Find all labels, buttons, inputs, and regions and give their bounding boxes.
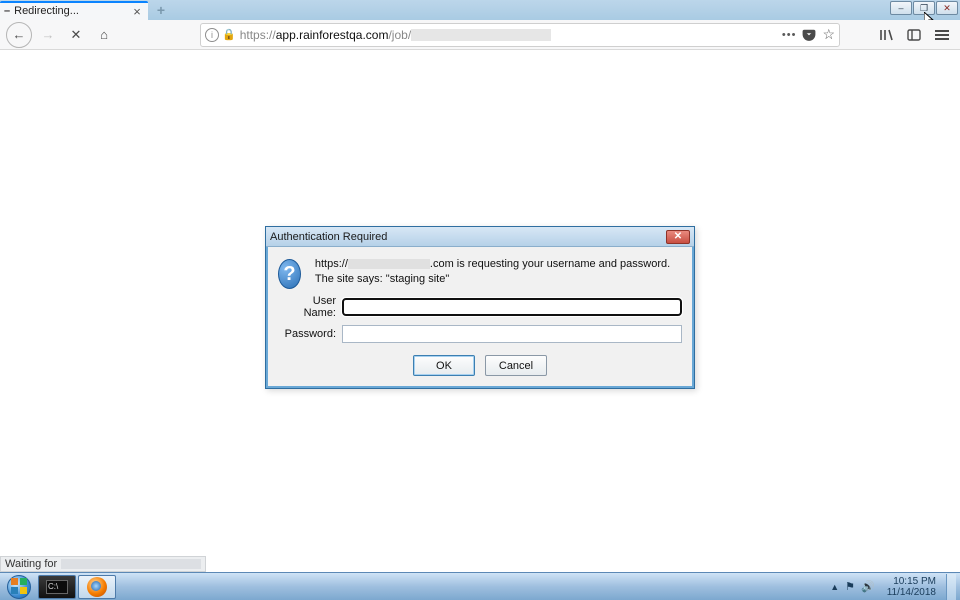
taskbar-firefox[interactable] xyxy=(78,575,116,599)
dialog-msg-pre: https:// xyxy=(315,258,348,270)
action-center-icon[interactable]: ⚑ xyxy=(845,580,855,593)
lock-icon: 🔒 xyxy=(222,28,236,41)
new-tab-button[interactable]: + xyxy=(152,1,170,19)
tab-close-icon[interactable]: × xyxy=(130,5,144,18)
window-controls: – ❐ ✕ xyxy=(889,1,958,17)
dialog-close-button[interactable]: ✕ xyxy=(666,230,690,244)
username-input[interactable] xyxy=(342,298,682,316)
urlbar-actions: ••• ☆ xyxy=(782,26,835,43)
home-button[interactable]: ⌂ xyxy=(92,23,116,47)
status-bar: Waiting for xyxy=(0,556,206,572)
toolbar-right xyxy=(874,23,954,47)
tab-strip: – Redirecting... × + xyxy=(0,0,170,20)
url-text: https://app.rainforestqa.com/job/ xyxy=(240,28,778,42)
pocket-icon[interactable] xyxy=(802,28,816,42)
windows-logo-icon xyxy=(7,575,31,599)
clock-time: 10:15 PM xyxy=(887,576,936,587)
url-path: /job/ xyxy=(388,28,411,42)
tab-active[interactable]: – Redirecting... × xyxy=(0,1,148,20)
bookmark-star-icon[interactable]: ☆ xyxy=(822,26,835,43)
status-host-redacted xyxy=(61,559,201,569)
window-close-button[interactable]: ✕ xyxy=(936,1,958,15)
info-icon: i xyxy=(205,28,219,42)
show-desktop-button[interactable] xyxy=(946,574,956,600)
site-identity[interactable]: i 🔒 xyxy=(205,28,236,42)
back-button[interactable]: ← xyxy=(6,22,32,48)
question-icon: ? xyxy=(278,259,301,289)
windows-taskbar: C:\ ▲ ⚑ 🔊 10:15 PM 11/14/2018 xyxy=(0,572,960,600)
system-tray: ▲ ⚑ 🔊 10:15 PM 11/14/2018 xyxy=(830,574,960,600)
minimize-button[interactable]: – xyxy=(890,1,912,15)
dialog-titlebar[interactable]: Authentication Required ✕ xyxy=(266,227,694,247)
auth-dialog: Authentication Required ✕ ? https://.com… xyxy=(265,226,695,389)
library-icon[interactable] xyxy=(874,23,898,47)
firefox-icon xyxy=(87,577,107,597)
ok-button[interactable]: OK xyxy=(413,355,475,376)
tray-expand-icon[interactable]: ▲ xyxy=(830,582,839,592)
stop-reload-button[interactable]: ✕ xyxy=(64,23,88,47)
status-text: Waiting for xyxy=(5,558,57,570)
dialog-message: https://.com is requesting your username… xyxy=(315,257,682,287)
url-redacted xyxy=(411,29,551,41)
page-actions-icon[interactable]: ••• xyxy=(782,29,797,41)
browser-titlebar: – Redirecting... × + – ❐ ✕ xyxy=(0,0,960,20)
dialog-title: Authentication Required xyxy=(270,231,666,243)
tab-loading-indicator: – xyxy=(4,5,10,17)
terminal-icon: C:\ xyxy=(46,580,68,594)
password-input[interactable] xyxy=(342,325,682,343)
taskbar-clock[interactable]: 10:15 PM 11/14/2018 xyxy=(887,576,936,598)
url-host: app.rainforestqa.com xyxy=(276,28,389,42)
forward-button[interactable]: → xyxy=(36,23,60,47)
username-label: User Name: xyxy=(278,295,336,319)
sidebar-icon[interactable] xyxy=(902,23,926,47)
clock-date: 11/14/2018 xyxy=(887,587,936,598)
taskbar-terminal[interactable]: C:\ xyxy=(38,575,76,599)
maximize-button[interactable]: ❐ xyxy=(913,1,935,15)
url-scheme: https:// xyxy=(240,28,276,42)
dialog-host-redacted xyxy=(348,259,430,269)
password-label: Password: xyxy=(278,328,336,340)
volume-icon[interactable]: 🔊 xyxy=(861,580,875,593)
dialog-body: ? https://.com is requesting your userna… xyxy=(266,247,694,388)
tab-title: Redirecting... xyxy=(14,5,130,17)
start-button[interactable] xyxy=(2,574,36,600)
menu-button[interactable] xyxy=(930,23,954,47)
nav-toolbar: ← → ✕ ⌂ i 🔒 https://app.rainforestqa.com… xyxy=(0,20,960,50)
url-bar[interactable]: i 🔒 https://app.rainforestqa.com/job/ ••… xyxy=(200,23,840,47)
cancel-button[interactable]: Cancel xyxy=(485,355,547,376)
